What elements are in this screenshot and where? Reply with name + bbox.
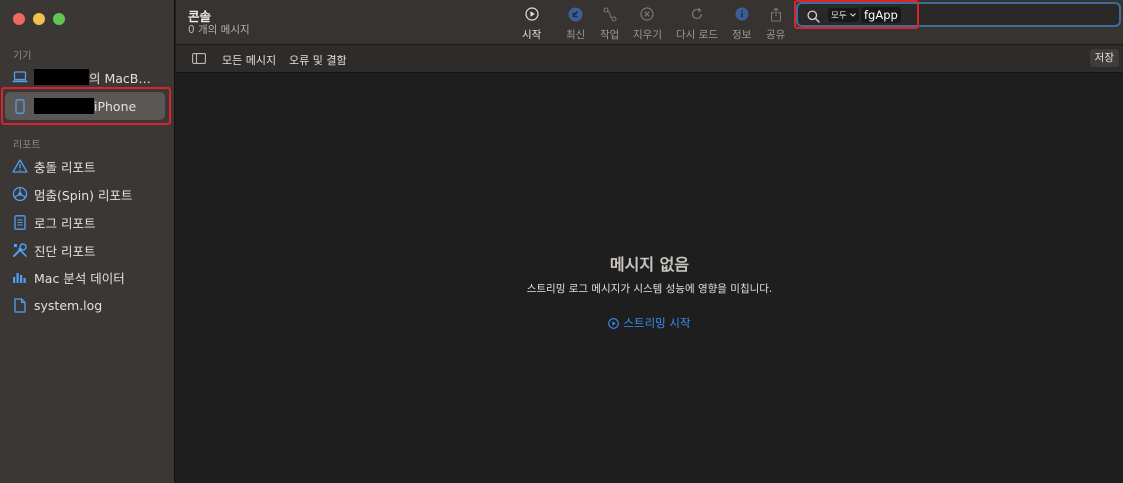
close-window-button[interactable]	[13, 13, 25, 25]
search-token[interactable]: fgApp	[861, 7, 901, 23]
filter-errors-faults[interactable]: 오류 및 결함	[289, 52, 347, 68]
warning-icon	[12, 158, 28, 174]
sidebar-item-label: iPhone	[94, 98, 137, 114]
info-icon	[733, 5, 751, 23]
sidebar-item-iphone[interactable]: iPhone	[5, 92, 165, 120]
latest-button[interactable]: 최신	[566, 5, 585, 42]
devices-section-label: 기기	[13, 51, 32, 62]
iphone-icon	[12, 98, 28, 114]
sidebar-item-system-log[interactable]: system.log	[5, 291, 165, 319]
search-field[interactable]: 모두 fgApp	[796, 2, 1121, 27]
search-icon	[807, 8, 820, 27]
zoom-window-button[interactable]	[53, 13, 65, 25]
bar-chart-icon	[12, 269, 28, 285]
sidebar-item-label: 의 MacB…	[89, 70, 151, 86]
play-circle-icon	[608, 317, 620, 329]
sidebar-item-label: Mac 분석 데이터	[34, 270, 125, 286]
toolbar: 콘솔 0 개의 메시지 시작 최신 작업 지우기 다시 로드 정보 공유 모두 …	[176, 0, 1123, 45]
window-controls	[13, 13, 65, 25]
reports-section-label: 리포트	[13, 140, 41, 151]
clear-button[interactable]: 지우기	[633, 5, 662, 42]
laptop-icon	[12, 69, 28, 85]
share-icon	[767, 5, 785, 23]
empty-state-title: 메시지 없음	[609, 255, 690, 274]
filter-bar: 모든 메시지 오류 및 결함 저장	[176, 45, 1123, 73]
sidebar-item-log-reports[interactable]: 로그 리포트	[5, 208, 165, 236]
sidebar-item-label: system.log	[34, 297, 103, 313]
message-list: 메시지 없음 스트리밍 로그 메시지가 시스템 성능에 영향을 미칩니다. 스트…	[176, 73, 1123, 483]
sidebar: 기기 의 MacB… iPhone 리포트 충돌 리포트 멈춤(Spin) 리포…	[0, 0, 175, 483]
save-button[interactable]: 저장	[1089, 49, 1119, 67]
sidebar-item-mac[interactable]: 의 MacB…	[5, 63, 165, 91]
activities-button[interactable]: 작업	[600, 5, 619, 42]
sidebar-item-diagnostic-reports[interactable]: 진단 리포트	[5, 236, 165, 264]
clear-icon	[638, 5, 656, 23]
tools-icon	[12, 242, 28, 258]
info-button[interactable]: 정보	[732, 5, 751, 42]
activity-icon	[601, 5, 619, 23]
file-icon	[12, 297, 28, 313]
start-button[interactable]: 시작	[522, 5, 541, 42]
empty-state-description: 스트리밍 로그 메시지가 시스템 성능에 영향을 미칩니다.	[526, 283, 773, 295]
jump-latest-icon	[567, 5, 585, 23]
sidebar-item-mac-analytics[interactable]: Mac 분석 데이터	[5, 263, 165, 291]
sidebar-item-spin-reports[interactable]: 멈춤(Spin) 리포트	[5, 180, 165, 208]
chevron-down-icon	[849, 13, 856, 17]
redacted-device-name	[34, 69, 89, 85]
sidebar-item-label: 충돌 리포트	[34, 159, 96, 175]
document-icon	[12, 214, 28, 230]
sidebar-toggle-icon[interactable]	[192, 53, 206, 67]
sidebar-item-label: 로그 리포트	[34, 215, 96, 231]
message-count: 0 개의 메시지	[188, 24, 250, 36]
share-button[interactable]: 공유	[766, 5, 785, 42]
reload-icon	[688, 5, 706, 23]
search-scope-dropdown[interactable]: 모두	[828, 8, 859, 22]
sidebar-item-label: 진단 리포트	[34, 243, 96, 259]
filter-all-messages[interactable]: 모든 메시지	[222, 52, 276, 68]
start-streaming-link[interactable]: 스트리밍 시작	[176, 315, 1123, 331]
play-circle-icon	[523, 5, 541, 23]
spin-icon	[12, 186, 28, 202]
redacted-device-name	[34, 98, 94, 114]
sidebar-item-crash-reports[interactable]: 충돌 리포트	[5, 152, 165, 180]
sidebar-item-label: 멈춤(Spin) 리포트	[34, 187, 133, 203]
minimize-window-button[interactable]	[33, 13, 45, 25]
reload-button[interactable]: 다시 로드	[676, 5, 718, 42]
